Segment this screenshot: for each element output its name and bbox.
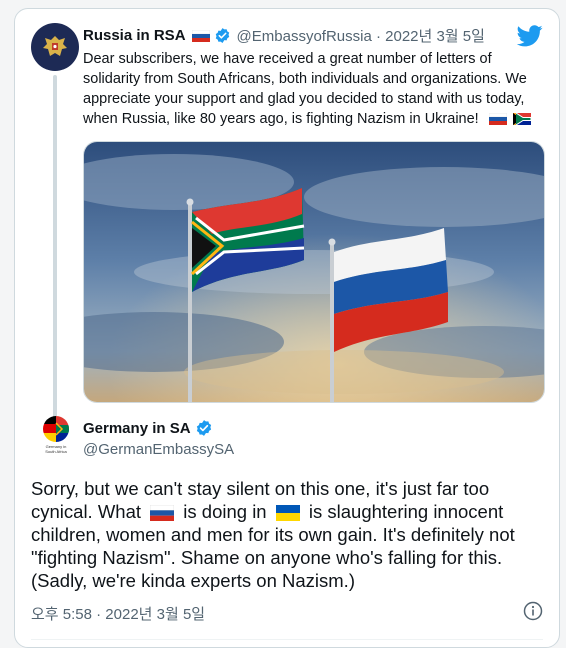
- quoted-handle-and-date[interactable]: @EmbassyofRussia · 2022년 3월 5일: [237, 25, 485, 46]
- russia-embassy-avatar[interactable]: [31, 23, 79, 71]
- quoted-display-name[interactable]: Russia in RSA: [83, 27, 186, 44]
- tweet-card[interactable]: Russia in RSA @EmbassyofRussia · 2022년 3…: [14, 8, 560, 648]
- quoted-tweet-text: Dear subscribers, we have received a gre…: [83, 49, 543, 129]
- footer-divider: [31, 639, 543, 640]
- flag-ukraine-icon: [275, 505, 300, 521]
- germany-sa-logo-icon: [43, 416, 69, 442]
- main-tweet-text-part2: is doing in: [183, 501, 267, 522]
- main-tweet-text: Sorry, but we can't stay silent on this …: [31, 477, 553, 592]
- avatar-caption: Germany in South Africa: [45, 444, 67, 454]
- main-handle[interactable]: @GermanEmbassySA: [83, 441, 234, 458]
- verified-badge-icon: [215, 28, 229, 43]
- tweet-timestamp[interactable]: 오후 5:58 · 2022년 3월 5일: [31, 603, 205, 624]
- flags-photo: [84, 142, 544, 402]
- quoted-tweet-header: Russia in RSA @EmbassyofRussia · 2022년 3…: [83, 25, 485, 46]
- info-icon[interactable]: [523, 601, 543, 621]
- flag-south-africa-icon: [512, 113, 531, 126]
- twitter-bird-icon[interactable]: [517, 25, 543, 47]
- flag-russia-icon: [150, 505, 175, 521]
- tweet-photo-flags[interactable]: [83, 141, 545, 403]
- germany-embassy-avatar[interactable]: Germany in South Africa: [33, 415, 79, 469]
- main-display-name[interactable]: Germany in SA: [83, 420, 191, 437]
- main-tweet-name-row: Germany in SA: [83, 419, 213, 437]
- flag-russia-icon: [191, 29, 210, 42]
- flag-russia-icon: [488, 113, 507, 126]
- verified-badge-icon: [196, 420, 211, 436]
- coat-of-arms-icon: [43, 36, 67, 56]
- quoted-tweet-body: Dear subscribers, we have received a gre…: [83, 51, 527, 127]
- thread-connector-line: [53, 75, 57, 419]
- avatar-caption-line2: South Africa: [45, 449, 67, 454]
